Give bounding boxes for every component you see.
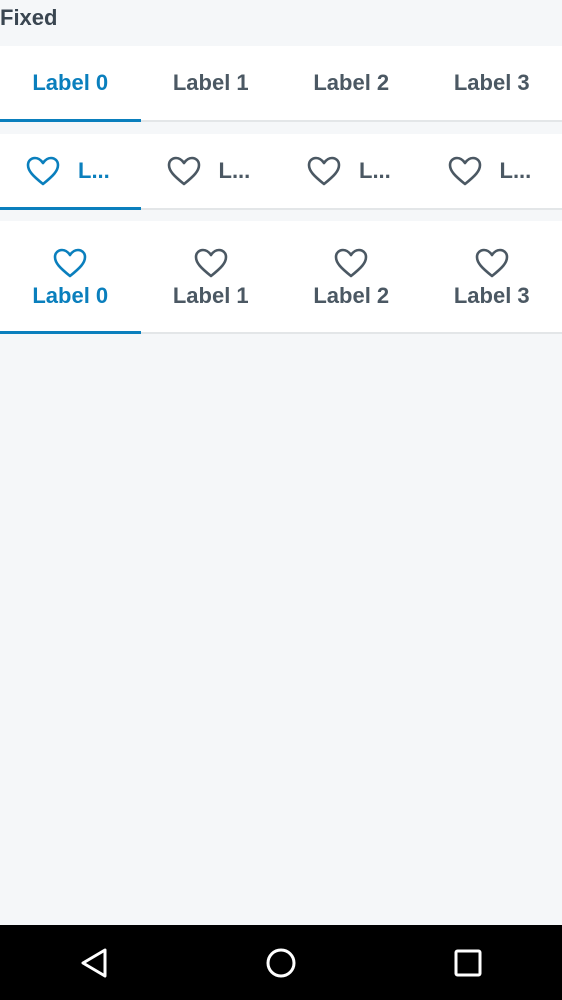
tab-label: Label 3 <box>453 282 530 308</box>
stacked-tab-0[interactable]: Label 0 <box>0 221 141 334</box>
stacked-tab-2[interactable]: Label 2 <box>281 221 422 332</box>
heart-icon <box>194 248 228 277</box>
heart-icon <box>307 156 341 186</box>
heart-icon <box>448 156 481 186</box>
tab-label: Label 0 <box>32 282 109 308</box>
inline-tab-2[interactable]: L... <box>281 134 422 208</box>
tab-label-3[interactable]: Label 3 <box>422 46 562 120</box>
tab-label-0[interactable]: Label 0 <box>0 46 141 122</box>
heart-icon <box>475 248 509 277</box>
tab-label: Label 1 <box>172 282 249 308</box>
navigation-bar <box>0 925 562 1000</box>
stacked-tab-1[interactable]: Label 1 <box>141 221 282 332</box>
inline-tab-3[interactable]: L... <box>422 134 562 208</box>
recents-button[interactable] <box>428 925 508 1000</box>
tab-label: Label 0 <box>32 70 109 95</box>
tab-label: L... <box>78 158 110 183</box>
inline-tab-0[interactable]: L... <box>0 134 141 210</box>
inline-tab-1[interactable]: L... <box>141 134 282 208</box>
heart-icon <box>26 156 60 186</box>
tab-label: Label 2 <box>313 282 390 308</box>
heart-icon <box>167 156 200 186</box>
home-button[interactable] <box>241 925 321 1000</box>
tab-label: L... <box>359 158 391 183</box>
heart-icon <box>334 248 368 277</box>
inline-icon-tab-bar: L... L... L... L... <box>0 134 562 210</box>
tab-label: Label 2 <box>313 70 390 95</box>
tab-label-2[interactable]: Label 2 <box>281 46 422 120</box>
tab-label-1[interactable]: Label 1 <box>141 46 282 120</box>
back-button[interactable] <box>54 925 134 1000</box>
tab-label: Label 3 <box>453 70 530 95</box>
tab-label: Label 1 <box>172 70 249 95</box>
section-title: Fixed <box>0 5 58 30</box>
screen: Fixed Label 0 Label 1 Label 2 Label 3 L.… <box>0 0 562 1000</box>
home-icon <box>266 948 296 977</box>
tab-label: L... <box>499 158 532 183</box>
text-tab-bar: Label 0 Label 1 Label 2 Label 3 <box>0 46 562 122</box>
tab-label: L... <box>218 158 251 183</box>
stacked-icon-tab-bar: Label 0 Label 1 Label 2 Label 3 <box>0 221 562 334</box>
recents-icon <box>454 949 482 976</box>
heart-icon <box>53 248 87 277</box>
back-icon <box>81 948 107 977</box>
stacked-tab-3[interactable]: Label 3 <box>422 221 562 332</box>
